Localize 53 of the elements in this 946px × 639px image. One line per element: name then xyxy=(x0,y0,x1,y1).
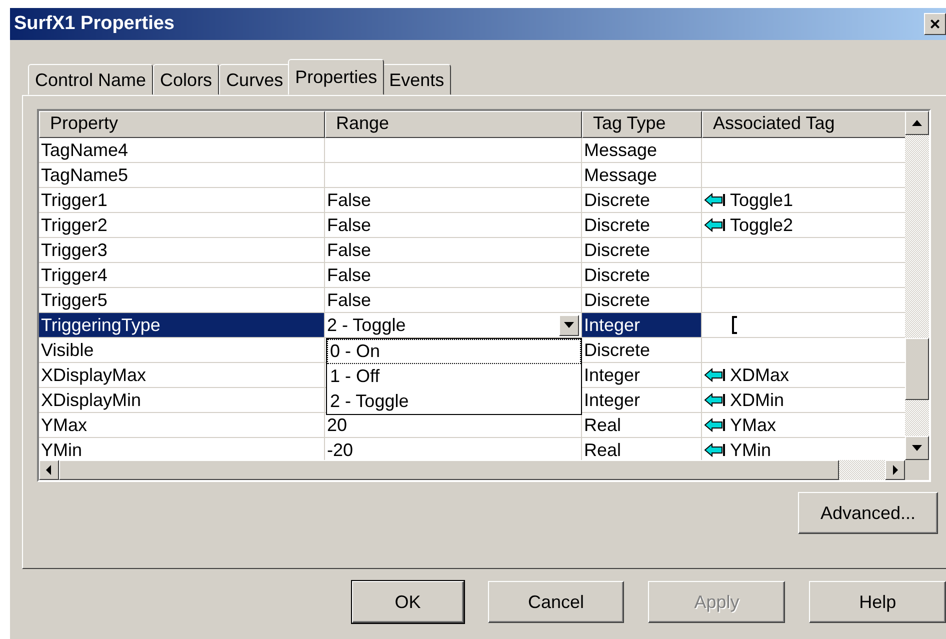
table-cell: False xyxy=(325,188,582,213)
table-cell: Integer xyxy=(582,313,702,338)
window-title: SurfX1 Properties xyxy=(14,13,174,35)
column-header[interactable]: Range xyxy=(325,111,582,138)
tab[interactable]: Events xyxy=(382,64,452,95)
table-cell: TagName4 xyxy=(39,138,325,163)
close-button[interactable]: × xyxy=(924,13,946,35)
table-cell: Real xyxy=(582,413,702,438)
dialog-button[interactable]: Cancel xyxy=(488,581,624,623)
table-cell: Discrete xyxy=(582,188,702,213)
tab[interactable]: Control Name xyxy=(28,64,154,95)
tab[interactable]: Curves xyxy=(219,64,290,95)
table-cell: Visible xyxy=(39,338,325,363)
table-cell: Discrete xyxy=(582,213,702,238)
dialog-button[interactable]: OK xyxy=(352,581,464,623)
table-cell: Discrete xyxy=(582,263,702,288)
table-cell: TriggeringType xyxy=(39,313,325,338)
scrollbar-corner xyxy=(905,460,929,480)
link-arrow-icon xyxy=(704,443,726,457)
scrollbar-thumb[interactable] xyxy=(905,338,929,400)
table-cell: TagName5 xyxy=(39,163,325,188)
table-cell: False xyxy=(325,238,582,263)
table-cell: XDisplayMax xyxy=(39,363,325,388)
table-cell: False xyxy=(325,213,582,238)
advanced-button[interactable]: Advanced... xyxy=(798,492,938,534)
table-cell: Trigger2 xyxy=(39,213,325,238)
dialog-button[interactable]: Help xyxy=(809,581,946,623)
column-header[interactable]: Associated Tag xyxy=(702,111,905,138)
table-cell: False xyxy=(325,263,582,288)
table-cell: Trigger4 xyxy=(39,263,325,288)
text-cursor-icon xyxy=(732,316,738,334)
link-arrow-icon xyxy=(704,193,726,207)
vertical-scrollbar[interactable] xyxy=(905,111,929,460)
table-cell: XDisplayMin xyxy=(39,388,325,413)
table-cell: Discrete xyxy=(582,238,702,263)
link-arrow-icon xyxy=(704,218,726,232)
link-arrow-icon xyxy=(704,368,726,382)
link-arrow-icon xyxy=(704,418,726,432)
column-header[interactable]: Property xyxy=(39,111,325,138)
link-arrow-icon xyxy=(704,393,726,407)
dropdown-option[interactable]: 1 - Off xyxy=(327,364,581,389)
dropdown-option[interactable]: 2 - Toggle xyxy=(327,389,581,414)
table-cell: Trigger1 xyxy=(39,188,325,213)
table-cell: YMax xyxy=(39,413,325,438)
table-cell: Message xyxy=(582,163,702,188)
range-combobox[interactable]: 2 - Toggle xyxy=(325,313,582,338)
table-cell: Message xyxy=(582,138,702,163)
column-header[interactable]: Tag Type xyxy=(582,111,702,138)
tab[interactable]: Properties xyxy=(288,59,384,95)
tab[interactable]: Colors xyxy=(153,64,220,95)
dropdown-option[interactable]: 0 - On xyxy=(327,339,581,364)
table-cell: Trigger3 xyxy=(39,238,325,263)
dropdown-button[interactable] xyxy=(559,314,579,336)
